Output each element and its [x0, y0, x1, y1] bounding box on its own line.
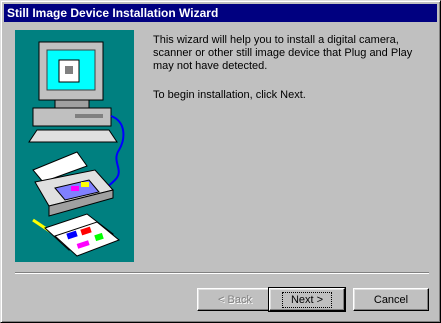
printed-photos-icon	[32, 213, 120, 257]
wizard-description: This wizard will help you to install a d…	[153, 34, 423, 118]
scanner-icon	[32, 151, 114, 217]
window-title: Still Image Device Installation Wizard	[7, 6, 219, 20]
cancel-button-label: Cancel	[373, 293, 409, 306]
back-button-label: < Back	[218, 293, 252, 306]
next-button-label: Next >	[281, 291, 333, 308]
next-button[interactable]: Next >	[268, 287, 346, 312]
cancel-button[interactable]: Cancel	[353, 288, 429, 311]
title-bar[interactable]: Still Image Device Installation Wizard	[4, 4, 437, 22]
wizard-illustration	[15, 30, 134, 262]
instruction-text: To begin installation, click Next.	[153, 89, 306, 101]
intro-text: This wizard will help you to install a d…	[153, 34, 413, 72]
computer-icon	[28, 41, 118, 143]
back-button[interactable]: < Back	[197, 288, 273, 311]
separator-line	[15, 272, 429, 274]
wizard-window: Still Image Device Installation Wizard T…	[0, 0, 441, 323]
